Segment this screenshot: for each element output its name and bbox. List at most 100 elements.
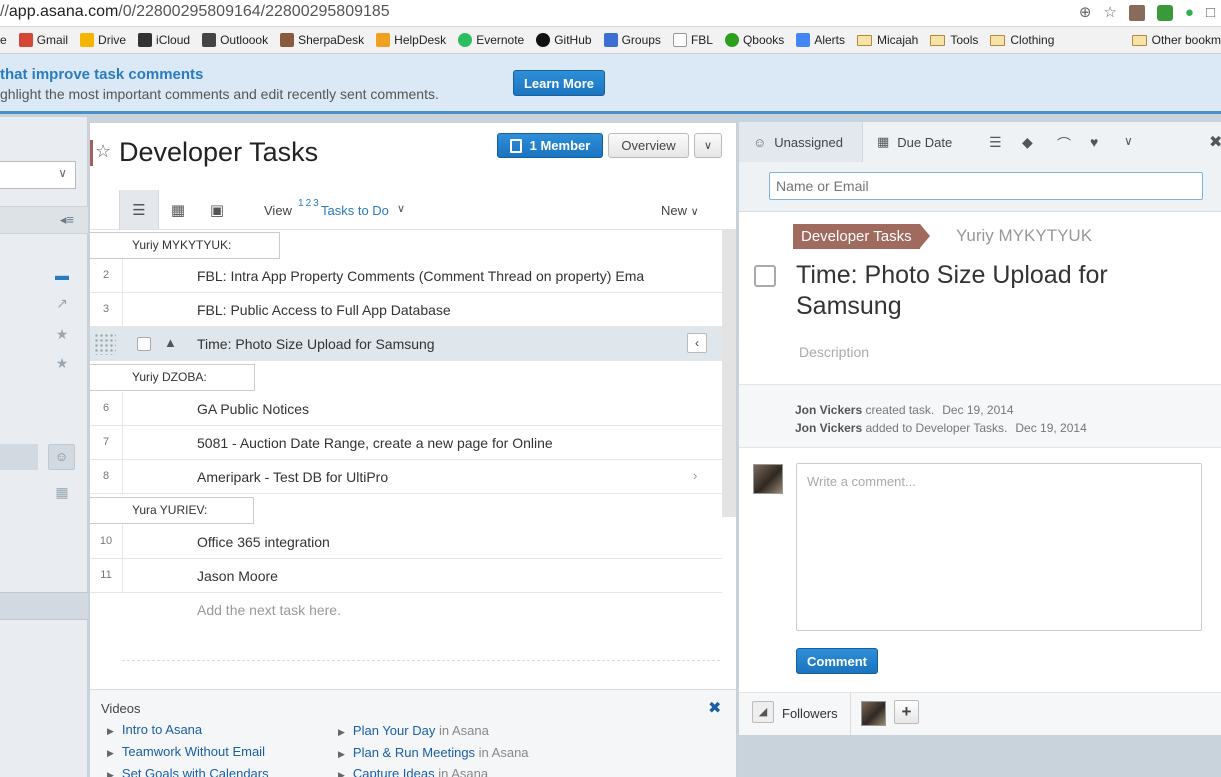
chevron-right-icon[interactable]: › (693, 468, 697, 483)
description-field[interactable]: Description (799, 344, 869, 360)
bookmark-evernote[interactable]: Evernote (458, 33, 524, 47)
bookmark-star-icon[interactable]: ☆ (1103, 3, 1116, 23)
bookmark-clothing[interactable]: Clothing (990, 33, 1054, 47)
section-header[interactable]: Yuriy MYKYTYUK: (90, 232, 280, 259)
new-dropdown[interactable]: New ∨ (661, 203, 699, 218)
heart-icon[interactable]: ♥ (1090, 134, 1098, 150)
video-link[interactable]: ▶ Plan & Run Meetings in Asana (338, 745, 529, 760)
close-icon[interactable]: ✖ (708, 698, 721, 718)
assignee-input[interactable] (769, 172, 1203, 200)
scrollbar[interactable] (722, 230, 736, 517)
bookmark-qbooks[interactable]: Qbooks (724, 33, 784, 47)
add-follower-button[interactable]: + (894, 700, 919, 724)
follower-avatar[interactable] (861, 701, 886, 726)
other-bookmarks[interactable]: Other bookm (1123, 33, 1221, 47)
task-name[interactable]: GA Public Notices (197, 401, 675, 417)
address-bar[interactable]: //app.asana.com/0/22800295809164/2280029… (0, 0, 1221, 27)
task-name[interactable]: FBL: Intra App Property Comments (Commen… (197, 268, 675, 284)
comment-input[interactable]: Write a comment... (796, 463, 1202, 631)
close-icon[interactable]: ✖ (1209, 132, 1221, 152)
task-title[interactable]: Time: Photo Size Upload for Samsung (796, 260, 1196, 322)
calendar-icon[interactable]: ▦ (54, 484, 70, 500)
task-row[interactable]: 11 Jason Moore (90, 559, 722, 593)
task-row[interactable]: 7 5081 - Auction Date Range, create a ne… (90, 426, 722, 460)
files-view-icon[interactable]: ▣ (197, 190, 237, 229)
drag-handle-icon[interactable] (94, 333, 116, 355)
overview-button[interactable]: Overview (608, 133, 689, 158)
favorite-star-icon[interactable]: ☆ (95, 141, 111, 162)
task-name[interactable]: Jason Moore (197, 568, 675, 584)
extension-cast-icon[interactable]: □ (1206, 3, 1215, 23)
bookmark-tools[interactable]: Tools (930, 33, 978, 47)
project-menu-button[interactable]: ∨ (694, 133, 722, 158)
rss-icon[interactable]: ◢ (752, 701, 774, 723)
tag-icon[interactable]: ◆ (1022, 134, 1033, 151)
zoom-icon[interactable]: ⊕ (1079, 3, 1092, 23)
task-name[interactable]: Office 365 integration (197, 534, 675, 550)
task-row[interactable]: 8 Ameripark - Test DB for UltiPro › (90, 460, 722, 494)
bookmark-gmail[interactable]: Gmail (18, 33, 68, 47)
video-link[interactable]: ▶ Intro to Asana (107, 722, 202, 737)
task-row[interactable]: 10 Office 365 integration (90, 525, 722, 559)
extension-leaf-icon[interactable]: ● (1185, 3, 1194, 23)
bookmark-outloook[interactable]: Outloook (202, 33, 268, 47)
task-row[interactable]: 2 FBL: Intra App Property Comments (Comm… (90, 259, 722, 293)
task-name[interactable]: Ameripark - Test DB for UltiPro (197, 469, 675, 485)
video-link[interactable]: ▶ Set Goals with Calendars (107, 766, 269, 777)
bookmark-drive[interactable]: Drive (80, 33, 126, 47)
calendar-view-icon[interactable]: ▦ (158, 190, 198, 229)
bookmark-fbl[interactable]: FBL (672, 33, 713, 47)
video-link[interactable]: ▶ Plan Your Day in Asana (338, 723, 489, 738)
bookmark-sherpadesk[interactable]: SherpaDesk (280, 33, 364, 47)
chart-icon[interactable]: ↗ (54, 295, 70, 311)
assignee-tab[interactable]: ☺ Unassigned (739, 122, 863, 162)
chevron-down-icon[interactable]: ∨ (1124, 134, 1133, 148)
list-view-icon[interactable]: ☰ (119, 190, 159, 229)
bookmark-label: FBL (690, 33, 713, 47)
task-name[interactable]: FBL: Public Access to Full App Database (197, 302, 675, 318)
bookmark-micajah[interactable]: Micajah (857, 33, 918, 47)
inbox-icon[interactable]: ▬ (54, 267, 70, 283)
task-complete-checkbox[interactable] (754, 265, 776, 287)
due-date-tab[interactable]: ▦ Due Date (877, 122, 977, 162)
bookmark-e[interactable]: e (0, 33, 7, 47)
task-checkbox[interactable] (137, 337, 151, 351)
video-link[interactable]: ▶ Teamwork Without Email (107, 744, 265, 759)
task-name[interactable]: 5081 - Auction Date Range, create a new … (197, 435, 675, 451)
extension-avatar-icon[interactable] (1128, 5, 1145, 21)
task-row-selected[interactable]: ▲ Time: Photo Size Upload for Samsung ‹ (90, 327, 722, 361)
bookmark-icloud[interactable]: iCloud (138, 33, 190, 47)
task-row[interactable]: 6 GA Public Notices (90, 392, 722, 426)
sidebar-collapse-bar[interactable]: ◂≡ (0, 206, 88, 234)
bookmark-github[interactable]: GitHub (536, 33, 592, 47)
people-icon[interactable]: ☺ (48, 444, 75, 470)
extension-green-icon[interactable] (1156, 5, 1173, 21)
view-filter-dropdown[interactable]: Tasks to Do (321, 203, 389, 218)
attachment-icon[interactable]: ⌒ (1057, 134, 1071, 154)
star-icon-2[interactable]: ★ (54, 355, 70, 371)
chevron-left-icon[interactable]: ‹ (687, 333, 707, 353)
subtasks-icon[interactable]: ☰ (989, 134, 1002, 151)
task-name[interactable]: Time: Photo Size Upload for Samsung (197, 336, 675, 352)
section-tag[interactable]: Yuriy MYKYTYUK (956, 226, 1092, 246)
sidebar-selected-item[interactable] (0, 444, 38, 470)
members-button[interactable]: 1 Member (497, 133, 603, 158)
bookmark-helpdesk[interactable]: HelpDesk (376, 33, 446, 47)
person-icon[interactable]: ▲ (164, 335, 177, 350)
learn-more-button[interactable]: Learn More (513, 70, 605, 96)
section-header[interactable]: Yuriy DZOBA: (90, 364, 255, 391)
video-link[interactable]: ▶ Capture Ideas in Asana (338, 766, 488, 777)
section-header[interactable]: Yura YURIEV: (90, 497, 254, 524)
bookmark-groups[interactable]: Groups (603, 33, 661, 47)
url-text[interactable]: //app.asana.com/0/22800295809164/2280029… (0, 3, 390, 21)
workspace-select[interactable]: ∨ (0, 161, 76, 189)
bookmark-alerts[interactable]: Alerts (796, 33, 845, 47)
add-task-input[interactable]: Add the next task here. (197, 602, 341, 618)
project-tag[interactable]: Developer Tasks (793, 224, 930, 249)
collapse-sidebar-icon[interactable]: ◂≡ (60, 212, 74, 228)
chevron-down-icon[interactable]: ∨ (397, 202, 405, 215)
project-header: ☆ Developer Tasks 1 Member Overview ∨ (90, 123, 736, 190)
comment-button[interactable]: Comment (796, 648, 878, 674)
task-row[interactable]: 3 FBL: Public Access to Full App Databas… (90, 293, 722, 327)
star-icon[interactable]: ★ (54, 326, 70, 342)
